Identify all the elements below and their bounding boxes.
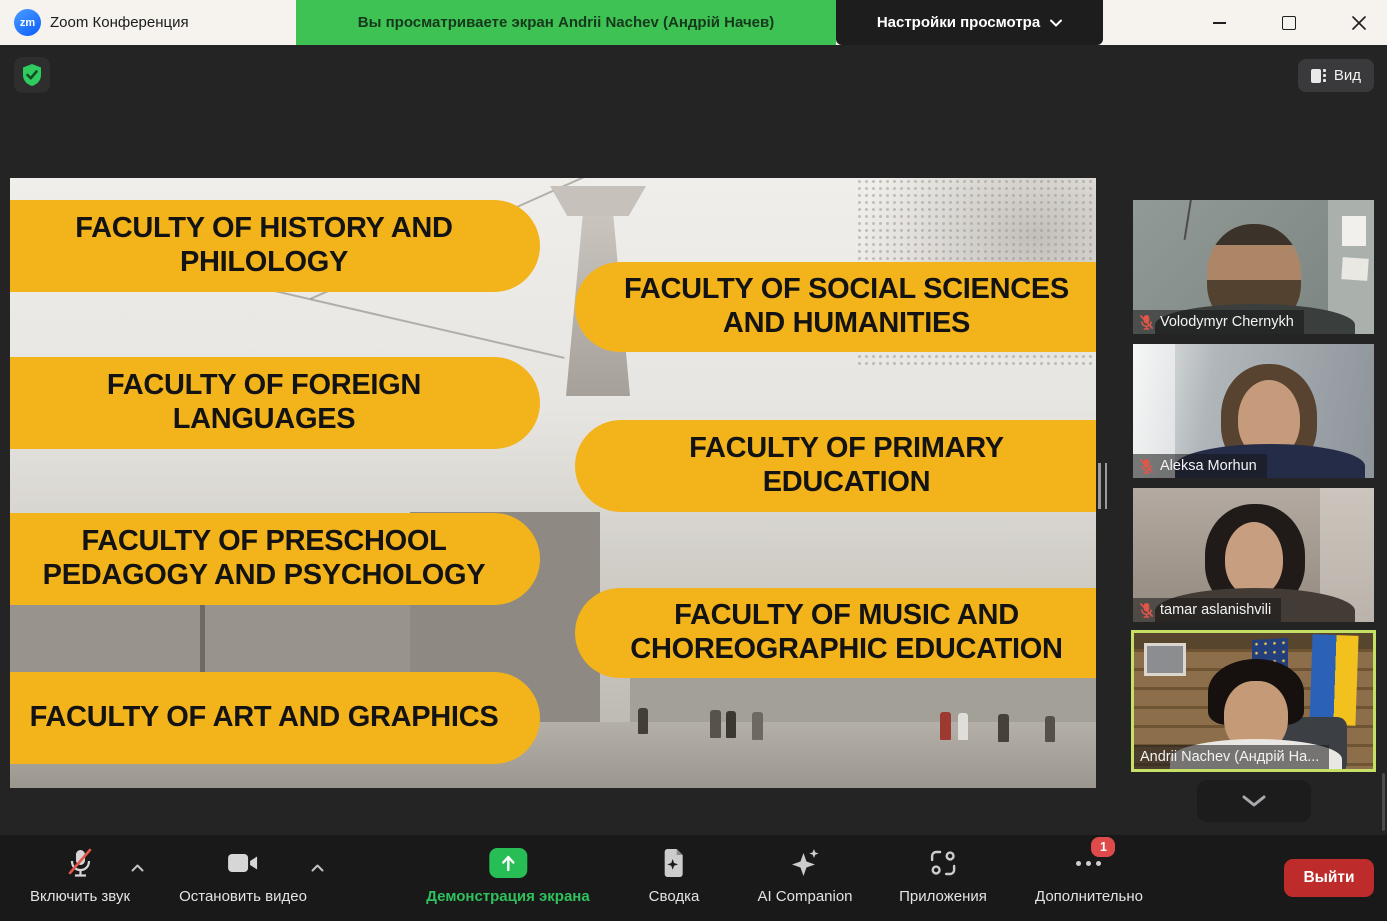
camera-icon bbox=[226, 845, 260, 881]
maximize-button[interactable] bbox=[1266, 0, 1312, 45]
picture-frame bbox=[1144, 643, 1186, 676]
zoom-meeting-window: zm Zoom Конференция Вы просматриваете эк… bbox=[0, 0, 1387, 921]
collapse-participants-button[interactable] bbox=[1197, 780, 1311, 822]
wall-cable bbox=[1184, 200, 1193, 240]
muted-mic-icon bbox=[1139, 314, 1154, 330]
view-settings-label: Настройки просмотра bbox=[877, 14, 1040, 31]
chevron-down-icon bbox=[1242, 795, 1266, 807]
participant-name: Volodymyr Chernykh bbox=[1160, 314, 1294, 330]
close-icon bbox=[1352, 16, 1366, 30]
participant-tile[interactable]: Aleksa Morhun bbox=[1133, 344, 1374, 478]
faculty-banner: FACULTY OF SOCIAL SCIENCES AND HUMANITIE… bbox=[575, 262, 1096, 352]
pedestrian bbox=[710, 710, 721, 738]
participant-name-tag: Volodymyr Chernykh bbox=[1133, 310, 1304, 334]
faculty-banner-text: FACULTY OF PRIMARY EDUCATION bbox=[615, 432, 1078, 499]
ai-sparkle-icon bbox=[788, 845, 822, 881]
faculty-banner-text: FACULTY OF PRESCHOOL PEDAGOGY AND PSYCHO… bbox=[28, 525, 500, 592]
pedestrian bbox=[726, 711, 736, 738]
participant-tile[interactable]: Volodymyr Chernykh bbox=[1133, 200, 1374, 334]
participant-name-tag: Andrii Nachev (Андрій На... bbox=[1134, 745, 1329, 769]
participant-name: Aleksa Morhun bbox=[1160, 458, 1257, 474]
muted-mic-icon bbox=[1139, 602, 1154, 618]
faculty-banner-text: FACULTY OF HISTORY AND PHILOLOGY bbox=[28, 212, 500, 279]
muted-mic-icon bbox=[65, 845, 95, 881]
view-button[interactable]: Вид bbox=[1298, 59, 1374, 92]
faculty-banner: FACULTY OF HISTORY AND PHILOLOGY bbox=[10, 200, 540, 292]
more-button[interactable]: 1 Дополнительно bbox=[1035, 845, 1143, 905]
participant-tile[interactable]: tamar aslanishvili bbox=[1133, 488, 1374, 622]
summary-label: Сводка bbox=[649, 888, 700, 905]
meeting-toolbar: Включить звук Остановить видео bbox=[0, 835, 1387, 921]
faculty-banner: FACULTY OF ART AND GRAPHICS bbox=[10, 672, 540, 764]
faculty-banner-text: FACULTY OF FOREIGN LANGUAGES bbox=[28, 369, 500, 436]
faculty-banner: FACULTY OF FOREIGN LANGUAGES bbox=[10, 357, 540, 449]
title-bar: zm Zoom Конференция Вы просматриваете эк… bbox=[0, 0, 1387, 46]
viewing-screen-banner: Вы просматриваете экран Andrii Nachev (А… bbox=[296, 0, 836, 45]
notification-badge: 1 bbox=[1090, 835, 1118, 859]
faculty-banner-text: FACULTY OF SOCIAL SCIENCES AND HUMANITIE… bbox=[615, 273, 1078, 340]
faculty-banner: FACULTY OF MUSIC AND CHOREOGRAPHIC EDUCA… bbox=[575, 588, 1096, 678]
participant-face bbox=[1225, 522, 1283, 596]
participant-tile-active-speaker[interactable]: Andrii Nachev (Андрій На... bbox=[1131, 630, 1376, 772]
stop-video-label: Остановить видео bbox=[179, 888, 307, 905]
security-shield-icon bbox=[21, 63, 43, 87]
participant-name-tag: Aleksa Morhun bbox=[1133, 454, 1267, 478]
pedestrian bbox=[638, 708, 648, 734]
faculty-banner-text: FACULTY OF MUSIC AND CHOREOGRAPHIC EDUCA… bbox=[615, 599, 1078, 666]
view-layout-icon bbox=[1311, 69, 1326, 83]
leave-label: Выйти bbox=[1303, 869, 1354, 887]
apps-icon bbox=[928, 845, 958, 881]
participant-name-tag: tamar aslanishvili bbox=[1133, 598, 1281, 622]
video-options-chevron[interactable] bbox=[304, 855, 330, 881]
view-settings-button[interactable]: Настройки просмотра bbox=[836, 0, 1103, 45]
summary-button[interactable]: Сводка bbox=[649, 845, 700, 905]
meeting-area: Вид FACULTY OF HISTORY AND PHILOLOGY bbox=[0, 45, 1387, 921]
security-shield-button[interactable] bbox=[14, 57, 50, 93]
pedestrian bbox=[1045, 716, 1055, 742]
ukraine-flag bbox=[1309, 634, 1358, 726]
pedestrian bbox=[752, 712, 763, 740]
close-button[interactable] bbox=[1336, 0, 1382, 45]
pedestrian bbox=[998, 714, 1009, 742]
zoom-logo-icon: zm bbox=[14, 9, 41, 36]
muted-mic-icon bbox=[1139, 458, 1154, 474]
maximize-icon bbox=[1282, 16, 1296, 30]
apps-button[interactable]: Приложения bbox=[899, 845, 987, 905]
window-title: Zoom Конференция bbox=[50, 0, 189, 45]
unmute-label: Включить звук bbox=[30, 888, 130, 905]
scrollbar-thumb[interactable] bbox=[1382, 773, 1385, 831]
leave-meeting-button[interactable]: Выйти bbox=[1284, 859, 1374, 897]
faculty-banner-text: FACULTY OF ART AND GRAPHICS bbox=[30, 701, 499, 735]
panel-resize-handle[interactable] bbox=[1098, 463, 1110, 509]
view-button-label: Вид bbox=[1334, 67, 1361, 84]
stop-video-button[interactable]: Остановить видео bbox=[179, 845, 307, 905]
share-screen-button[interactable]: Демонстрация экрана bbox=[426, 845, 589, 905]
apps-label: Приложения bbox=[899, 888, 987, 905]
summary-doc-icon bbox=[660, 845, 688, 881]
more-label: Дополнительно bbox=[1035, 888, 1143, 905]
share-screen-icon bbox=[489, 845, 527, 881]
more-dots-icon: 1 bbox=[1077, 845, 1102, 881]
ai-companion-label: AI Companion bbox=[757, 888, 852, 905]
minimize-button[interactable] bbox=[1196, 0, 1242, 45]
shared-screen-slide: FACULTY OF HISTORY AND PHILOLOGY FACULTY… bbox=[10, 178, 1096, 788]
wall-paper bbox=[1341, 257, 1368, 281]
pedestrian bbox=[958, 713, 968, 740]
participant-name: tamar aslanishvili bbox=[1160, 602, 1271, 618]
ai-companion-button[interactable]: AI Companion bbox=[757, 845, 852, 905]
participant-name: Andrii Nachev (Андрій На... bbox=[1140, 749, 1319, 765]
minimize-icon bbox=[1213, 22, 1226, 24]
unmute-button[interactable]: Включить звук bbox=[30, 845, 130, 905]
wall-paper bbox=[1342, 216, 1366, 246]
chevron-down-icon bbox=[1050, 19, 1062, 27]
faculty-banner: FACULTY OF PRIMARY EDUCATION bbox=[575, 420, 1096, 512]
pedestrian-red-coat bbox=[940, 712, 951, 740]
building-tower-cap bbox=[550, 186, 646, 216]
faculty-banner: FACULTY OF PRESCHOOL PEDAGOGY AND PSYCHO… bbox=[10, 513, 540, 605]
share-screen-label: Демонстрация экрана bbox=[426, 888, 589, 905]
audio-options-chevron[interactable] bbox=[124, 855, 150, 881]
